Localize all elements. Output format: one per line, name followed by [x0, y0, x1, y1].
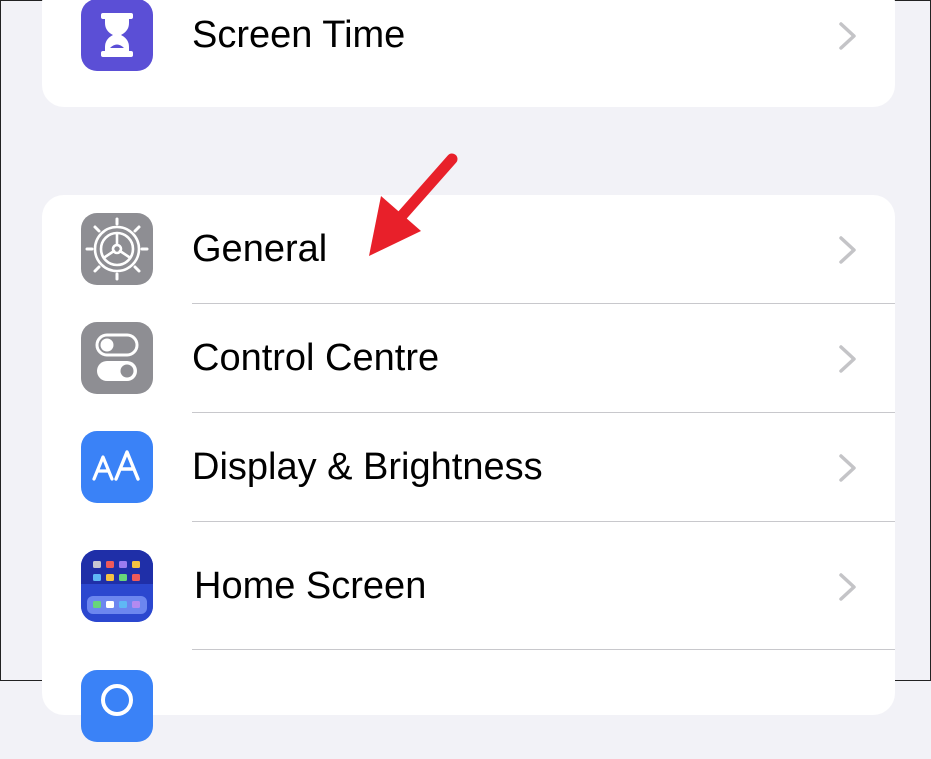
settings-group-main: General Control Centre Display & Brightn…	[42, 195, 895, 742]
settings-row-display-brightness[interactable]: Display & Brightness	[42, 413, 895, 522]
chevron-right-icon	[839, 345, 856, 373]
settings-row-screen-time[interactable]: Screen Time	[42, 0, 895, 90]
toggles-icon	[81, 322, 153, 394]
app-grid-icon	[81, 550, 153, 622]
settings-row-partial[interactable]	[42, 650, 895, 759]
chevron-right-icon	[839, 236, 856, 264]
settings-row-home-screen[interactable]: Home Screen	[42, 522, 895, 650]
hourglass-icon	[81, 0, 153, 71]
chevron-right-icon	[839, 573, 856, 601]
text-size-icon	[81, 431, 153, 503]
chevron-right-icon	[839, 454, 856, 482]
settings-row-label: Control Centre	[192, 337, 440, 379]
settings-row-label: Screen Time	[192, 14, 406, 56]
settings-row-label: Display & Brightness	[192, 446, 543, 488]
chevron-right-icon	[839, 22, 856, 50]
settings-group-screen-time: Screen Time	[42, 0, 895, 107]
settings-row-control-centre[interactable]: Control Centre	[42, 304, 895, 413]
settings-row-label: Home Screen	[194, 565, 427, 607]
gear-icon	[81, 213, 153, 285]
red-arrow-icon	[369, 153, 458, 256]
settings-row-label: General	[192, 228, 328, 270]
settings-row-general[interactable]: General	[42, 195, 895, 304]
